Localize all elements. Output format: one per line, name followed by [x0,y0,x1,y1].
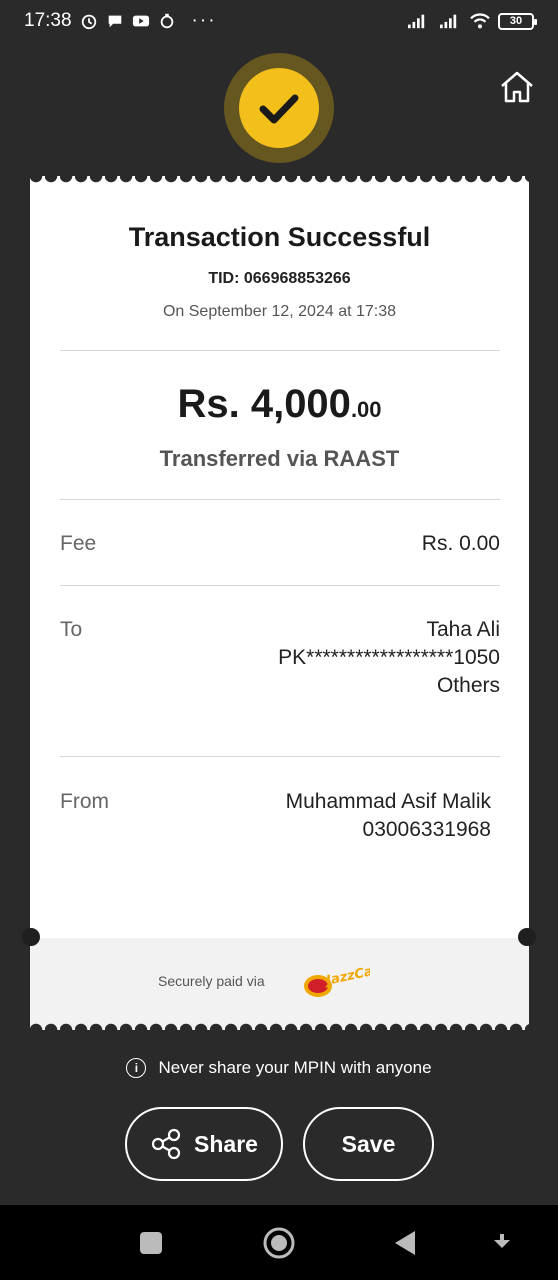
transaction-id: TID: 066968853266 [208,270,351,287]
amount: Rs. 4,000.00 [30,382,529,427]
chat-icon [108,15,121,28]
from-name: Muhammad Asif Malik [285,790,491,813]
success-badge [224,53,334,163]
save-button[interactable]: Save [303,1107,434,1181]
share-button[interactable]: Share [125,1107,283,1181]
from-number: 03006331968 [362,818,491,841]
security-warning: i Never share your MPIN with anyone [0,1058,558,1078]
divider [60,499,500,500]
nav-down-icon[interactable] [491,1232,513,1254]
page-title: Transaction Successful [128,222,431,252]
receipt-card: Transaction Successful TID: 066968853266… [30,184,529,1024]
back-icon[interactable] [393,1229,417,1257]
to-label: To [60,618,83,641]
to-bank: Others [436,674,500,697]
check-icon [259,94,299,124]
home-nav-icon[interactable] [262,1226,296,1260]
receipt-bottom-edge [30,1018,529,1030]
amount-main: Rs. 4,000 [177,382,351,426]
recents-icon[interactable] [139,1231,163,1255]
battery-icon: 30 [498,12,537,30]
to-name: Taha Ali [426,618,500,641]
more-notifications: ··· [191,10,217,31]
alarm-icon [81,14,96,30]
secure-text: Securely paid via [158,973,265,989]
home-icon[interactable] [498,68,536,106]
divider [60,756,500,757]
signal-icon [440,14,457,29]
status-bar: 17:38 ··· 30 [0,0,558,42]
wifi-icon [470,13,490,29]
logo-text: JazzCash [322,962,370,989]
transfer-method: Transferred via RAAST [159,446,400,471]
from-details: Muhammad Asif Malik 03006331968 [286,788,491,844]
save-label: Save [341,1130,396,1157]
jazzcash-logo: JazzCash [304,962,370,997]
status-time: 17:38 [24,10,72,31]
divider [60,350,500,351]
app-icon [160,13,173,29]
system-nav-bar [0,1205,558,1280]
signal-icon [408,14,425,29]
battery-level: 30 [509,15,523,27]
amount-decimal: .00 [350,397,382,422]
warning-text: Never share your MPIN with anyone [158,1058,432,1077]
receipt-notch-right [518,928,536,946]
fee-label: Fee [60,532,97,555]
secure-footer: Securely paid via JazzCash [30,938,529,1024]
divider [60,585,500,586]
youtube-icon [132,15,149,27]
share-icon [151,1128,181,1160]
share-label: Share [194,1130,258,1157]
transaction-date: On September 12, 2024 at 17:38 [162,303,397,320]
from-label: From [60,790,109,813]
fee-value: Rs. 0.00 [421,532,500,555]
receipt-notch-left [22,928,40,946]
info-icon: i [126,1058,147,1078]
to-account: PK******************1050 [278,646,500,669]
to-details: Taha Ali PK******************1050 Others [278,616,500,700]
